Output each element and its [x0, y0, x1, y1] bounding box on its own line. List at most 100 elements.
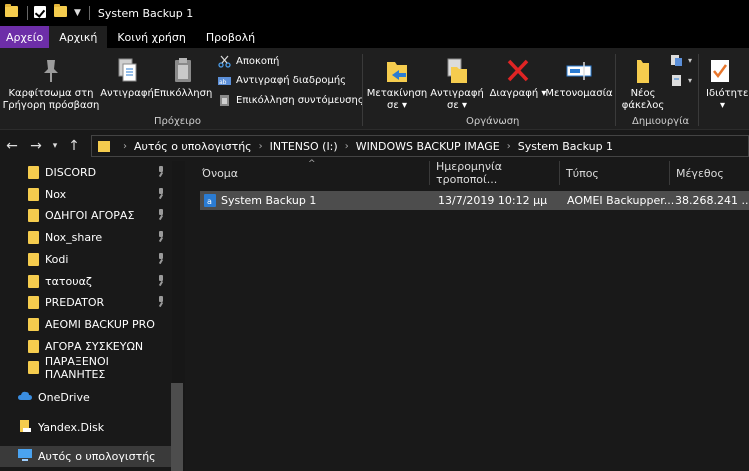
new-folder-icon: [629, 56, 657, 86]
group-divider: [698, 54, 699, 126]
clipboard-group-label: Πρόχειρο: [154, 116, 202, 127]
nav-item-label: Nox_share: [45, 231, 103, 244]
paste-shortcut-button[interactable]: Επικόλληση συντόμευσης: [218, 94, 364, 107]
group-divider: [615, 54, 616, 126]
column-header-date-modified[interactable]: Ημερομηνία τροποποί...: [430, 160, 560, 186]
pin-quick-access-button[interactable]: Καρφίτσωμα στη Γρήγορη πρόσβαση: [2, 56, 100, 112]
properties-check-icon[interactable]: [34, 6, 48, 20]
nav-item-label: ΟΔΗΓΟΙ ΑΓΟΡΑΣ: [45, 209, 135, 222]
nav-item-label: Kodi: [45, 253, 69, 266]
copy-path-button[interactable]: ab Αντιγραφή διαδρομής: [218, 74, 346, 87]
new-item-button[interactable]: ▾: [670, 54, 692, 67]
nav-item-predator[interactable]: PREDATOR: [0, 292, 172, 313]
pin-icon: [37, 56, 65, 86]
column-header-size[interactable]: Μέγεθος: [670, 161, 749, 185]
folder-icon: [28, 318, 39, 331]
chevron-right-icon[interactable]: ›: [259, 141, 263, 152]
tab-share[interactable]: Κοινή χρήση: [107, 26, 196, 48]
paste-button[interactable]: Επικόλληση: [154, 56, 212, 100]
cloud-icon: [18, 391, 32, 404]
file-size: 38.268.241 ...: [675, 194, 749, 207]
pin-icon[interactable]: [156, 296, 166, 308]
breadcrumb-backup-image[interactable]: WINDOWS BACKUP IMAGE: [356, 140, 500, 153]
pin-icon[interactable]: [156, 209, 166, 221]
nav-item-this-pc[interactable]: Αυτός ο υπολογιστής: [0, 446, 172, 467]
title-bar: ▼ System Backup 1: [0, 0, 749, 26]
nav-item-strange-planets[interactable]: ΠΑΡΑΞΕΝΟΙ ΠΛΑΝΗΤΕΣ: [0, 355, 172, 381]
folder-icon: [28, 231, 39, 244]
file-name: System Backup 1: [221, 194, 317, 207]
column-header-name[interactable]: Όνομα: [196, 161, 430, 185]
chevron-down-icon: ▾: [720, 100, 726, 111]
folder-icon: [28, 296, 39, 309]
yandex-disk-icon: [18, 419, 32, 436]
address-bar[interactable]: › Αυτός ο υπολογιστής › INTENSO (I:) › W…: [91, 135, 749, 157]
delete-button[interactable]: Διαγραφή ▾: [490, 56, 546, 100]
breadcrumb-current[interactable]: System Backup 1: [518, 140, 613, 153]
folder-icon: [28, 361, 39, 374]
file-modified: 13/7/2019 10:12 μμ: [438, 194, 548, 207]
rename-label: Μετονομασία: [545, 88, 613, 99]
pin-label-line1: Καρφίτσωμα στη: [8, 88, 94, 99]
delete-x-icon: [504, 56, 532, 86]
copy-path-icon: ab: [218, 74, 231, 87]
customize-toolbar-chevron-icon[interactable]: ▼: [74, 8, 81, 18]
copy-to-label-line2: σε ▾: [447, 100, 467, 111]
chevron-right-icon[interactable]: ›: [507, 141, 511, 152]
pin-label-line2: Γρήγορη πρόσβαση: [2, 100, 100, 111]
tab-file[interactable]: Αρχείο: [0, 26, 50, 48]
breadcrumb-this-pc[interactable]: Αυτός ο υπολογιστής: [134, 140, 252, 153]
copy-to-button[interactable]: Αντιγραφή σε ▾: [428, 56, 486, 112]
easy-access-button[interactable]: ▾: [670, 74, 692, 87]
nav-item-label: AEOMI BACKUP PRO: [45, 318, 155, 331]
pin-icon[interactable]: [156, 275, 166, 287]
chevron-right-icon[interactable]: ›: [123, 141, 127, 152]
nav-item-label: Yandex.Disk: [38, 421, 105, 434]
nav-item-label: PREDATOR: [45, 296, 105, 309]
copy-button[interactable]: Αντιγραφή: [100, 56, 154, 100]
nav-item-kodi[interactable]: Kodi: [0, 249, 172, 270]
up-arrow-icon[interactable]: ↑: [62, 138, 86, 154]
nav-scrollbar-thumb[interactable]: [171, 383, 183, 471]
nav-item-nox[interactable]: Nox: [0, 184, 172, 205]
navigation-pane: DISCORD Nox ΟΔΗΓΟΙ ΑΓΟΡΑΣ Nox_share Kodi…: [0, 161, 185, 471]
copy-icon: [113, 56, 141, 86]
cut-button[interactable]: Αποκοπή: [218, 55, 279, 68]
new-folder-icon[interactable]: [54, 4, 68, 20]
nav-item-label: τατουαζ: [45, 275, 92, 288]
folder-icon: [5, 4, 19, 20]
copy-to-label-line1: Αντιγραφή: [430, 88, 484, 99]
breadcrumb-drive[interactable]: INTENSO (I:): [270, 140, 338, 153]
nav-item-label: Αυτός ο υπολογιστής: [38, 450, 156, 463]
nav-item-tattoo[interactable]: τατουαζ: [0, 271, 172, 292]
folder-icon: [28, 275, 39, 288]
table-row[interactable]: a System Backup 1 13/7/2019 10:12 μμ AOM…: [200, 191, 749, 210]
pin-icon[interactable]: [156, 231, 166, 243]
computer-icon: [18, 449, 32, 464]
chevron-right-icon[interactable]: ›: [345, 141, 349, 152]
properties-button[interactable]: Ιδιότητε ▾: [700, 56, 749, 112]
pin-icon[interactable]: [156, 253, 166, 265]
paste-shortcut-icon: [218, 94, 231, 107]
rename-button[interactable]: Μετονομασία: [545, 56, 613, 100]
svg-text:ab: ab: [219, 79, 227, 86]
nav-item-onedrive[interactable]: OneDrive: [0, 387, 172, 408]
nav-item-yandex-disk[interactable]: Yandex.Disk: [0, 417, 172, 438]
pin-icon[interactable]: [156, 166, 166, 178]
tab-home[interactable]: Αρχική: [49, 26, 108, 48]
pin-icon[interactable]: [156, 188, 166, 200]
divider: [27, 6, 28, 20]
nav-item-aeomi-backup-pro[interactable]: AEOMI BACKUP PRO: [0, 314, 172, 335]
chevron-down-icon: ▾: [688, 56, 693, 65]
column-header-type[interactable]: Τύπος: [560, 161, 670, 185]
nav-item-discord[interactable]: DISCORD: [0, 162, 172, 183]
recent-locations-chevron-icon[interactable]: ▾: [48, 141, 62, 151]
forward-arrow-icon[interactable]: →: [24, 138, 48, 154]
tab-view[interactable]: Προβολή: [196, 26, 265, 48]
back-arrow-icon[interactable]: ←: [0, 138, 24, 154]
nav-item-nox-share[interactable]: Nox_share: [0, 227, 172, 248]
move-to-button[interactable]: Μετακίνηση σε ▾: [365, 56, 429, 112]
new-folder-button[interactable]: Νέος φάκελος: [618, 56, 668, 112]
organize-group-label: Οργάνωση: [466, 116, 520, 127]
nav-item-buying-guides[interactable]: ΟΔΗΓΟΙ ΑΓΟΡΑΣ: [0, 205, 172, 226]
